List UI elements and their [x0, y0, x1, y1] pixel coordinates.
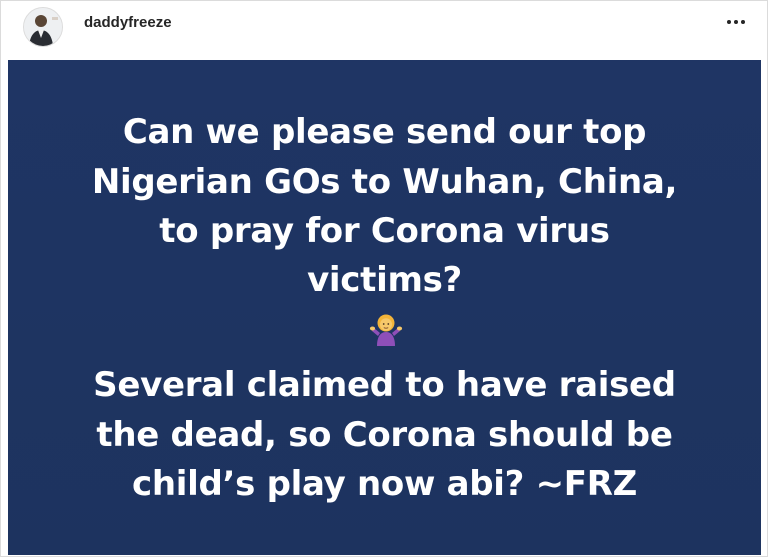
person-shrugging-emoji: [369, 314, 403, 346]
more-horizontal-icon: [727, 20, 731, 24]
username-link[interactable]: daddyfreeze: [84, 14, 172, 31]
more-options-button[interactable]: [719, 9, 753, 35]
more-horizontal-icon: [734, 20, 738, 24]
more-horizontal-icon: [741, 20, 745, 24]
post-text-line: the dead, so Corona should be: [96, 415, 673, 455]
post-text-line: victims?: [307, 260, 462, 300]
post-text-line: child’s play now abi? ~FRZ: [132, 464, 637, 504]
post-image[interactable]: Can we please send our top Nigerian GOs …: [8, 60, 761, 555]
post-text-line: Nigerian GOs to Wuhan, China,: [91, 162, 678, 202]
post-header: daddyfreeze: [1, 1, 767, 57]
avatar[interactable]: [23, 7, 63, 47]
post-text-line: Can we please send our top: [122, 112, 647, 152]
instagram-post: daddyfreeze Can we please send our top N…: [0, 0, 768, 557]
post-text-line: to pray for Corona virus: [159, 211, 610, 251]
post-text-line: Several claimed to have raised: [93, 365, 676, 405]
avatar-image: [24, 8, 62, 46]
